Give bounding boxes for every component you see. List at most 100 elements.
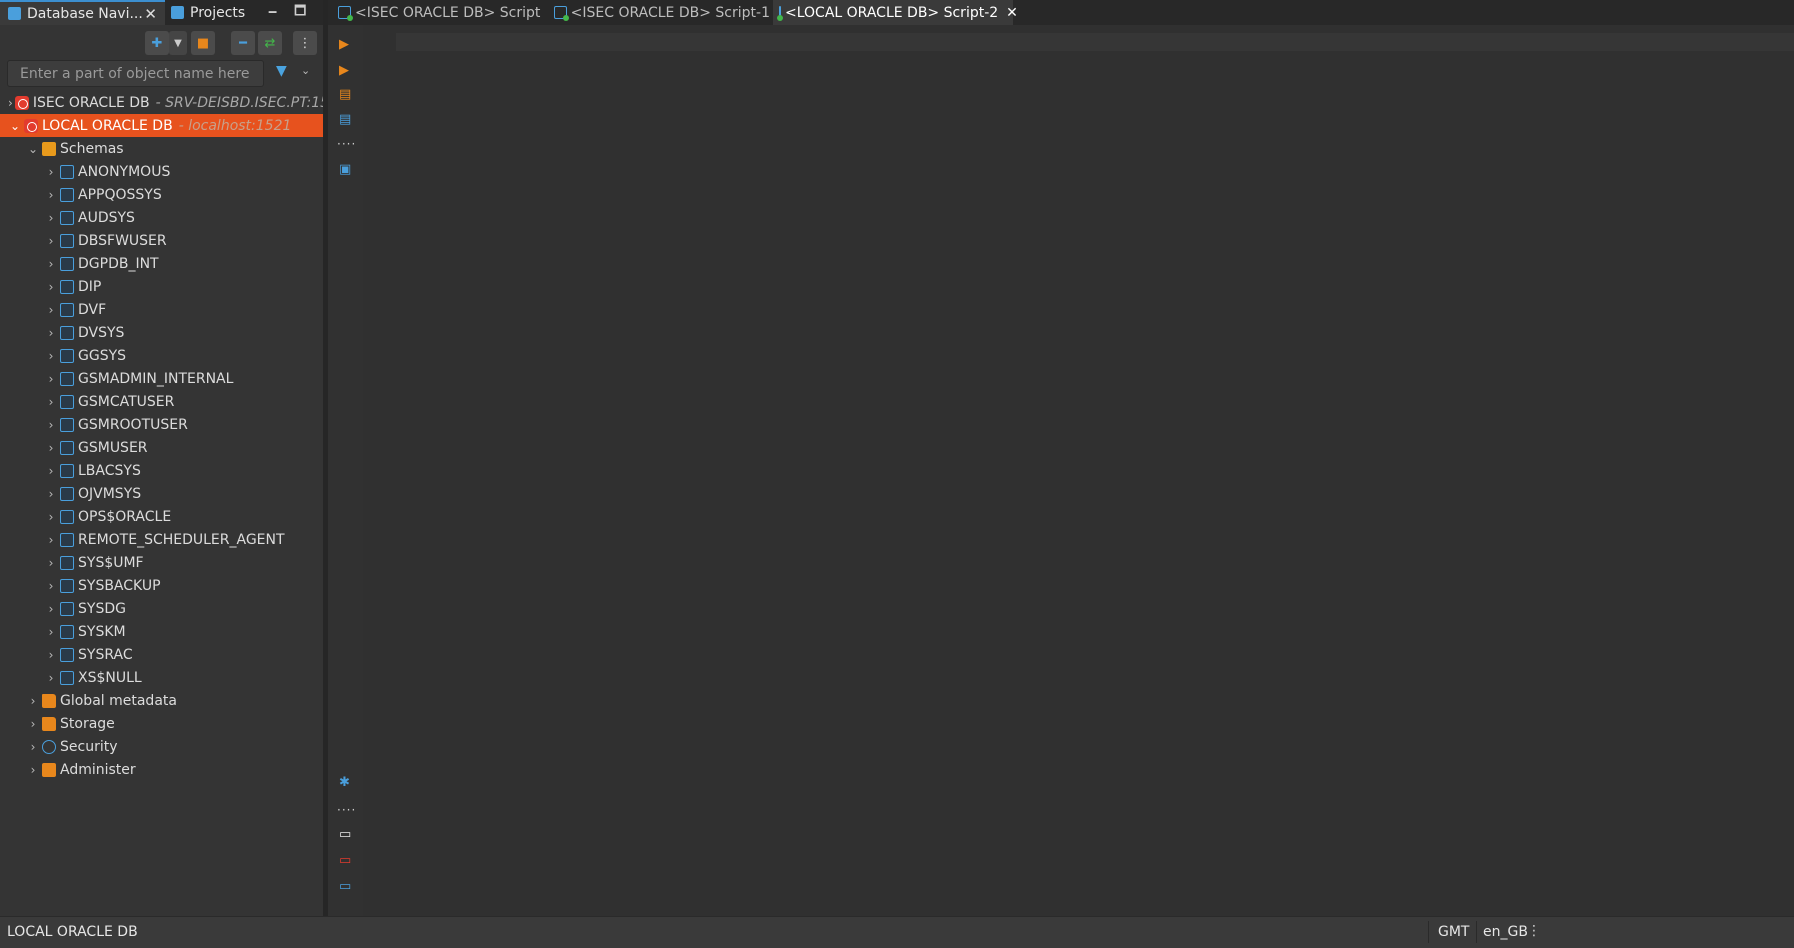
terminal-icon[interactable]: ▣ bbox=[339, 162, 351, 177]
tree-item-label: REMOTE_SCHEDULER_AGENT bbox=[78, 531, 285, 548]
chevron-right-icon[interactable]: › bbox=[44, 648, 58, 662]
tree-schema-item[interactable]: › SYSBACKUP bbox=[0, 574, 323, 597]
import-icon[interactable]: ▭ bbox=[339, 853, 351, 868]
chevron-right-icon[interactable]: › bbox=[44, 395, 58, 409]
tree-schema-item[interactable]: › GSMCATUSER bbox=[0, 390, 323, 413]
chevron-right-icon[interactable]: › bbox=[8, 96, 13, 110]
tree-schema-item[interactable]: › OJVMSYS bbox=[0, 482, 323, 505]
link-with-editor-button[interactable]: ⇄ bbox=[258, 31, 282, 55]
chevron-down-icon[interactable]: ⌄ bbox=[8, 119, 22, 133]
collapse-all-button[interactable]: ━ bbox=[231, 31, 255, 55]
chevron-right-icon[interactable]: › bbox=[44, 188, 58, 202]
editor-tab-script-1[interactable]: <ISEC ORACLE DB> Script-1 bbox=[550, 0, 770, 25]
chevron-right-icon[interactable]: › bbox=[44, 510, 58, 524]
tree-schema-item[interactable]: › DBSFWUSER bbox=[0, 229, 323, 252]
chevron-right-icon[interactable]: › bbox=[44, 441, 58, 455]
chevron-right-icon[interactable]: › bbox=[44, 303, 58, 317]
collapse-icon: ━ bbox=[239, 35, 247, 51]
format-icon[interactable]: ▭ bbox=[339, 879, 351, 894]
database-navigator-panel: Database Navi... ✕ Projects 🗕 🗖 ✚ ▼ ■ ━ … bbox=[0, 0, 325, 916]
chevron-down-icon[interactable]: ⌄ bbox=[26, 142, 40, 156]
new-connection-button[interactable]: ✚ bbox=[145, 31, 169, 55]
chevron-right-icon[interactable]: › bbox=[44, 349, 58, 363]
tree-schema-item[interactable]: › DVF bbox=[0, 298, 323, 321]
chevron-right-icon[interactable]: › bbox=[44, 556, 58, 570]
tab-projects[interactable]: Projects bbox=[167, 0, 257, 25]
run-script-icon[interactable]: ▶ bbox=[339, 63, 349, 78]
explain-plan-icon[interactable]: ▤ bbox=[339, 87, 351, 102]
more-vertical-icon[interactable]: ⋮ bbox=[1527, 923, 1541, 939]
tree-item-label: GSMROOTUSER bbox=[78, 416, 188, 433]
chevron-right-icon[interactable]: › bbox=[44, 418, 58, 432]
new-folder-button[interactable]: ■ bbox=[191, 31, 215, 55]
chevron-right-icon[interactable]: › bbox=[44, 625, 58, 639]
tree-schema-item[interactable]: › REMOTE_SCHEDULER_AGENT bbox=[0, 528, 323, 551]
play-icon[interactable]: ▶ bbox=[339, 37, 349, 52]
tab-database-navigator[interactable]: Database Navi... ✕ bbox=[0, 0, 165, 25]
chevron-right-icon[interactable]: › bbox=[44, 579, 58, 593]
tree-global-metadata[interactable]: › Global metadata bbox=[0, 689, 323, 712]
tree-administer[interactable]: › Administer bbox=[0, 758, 323, 781]
maximize-icon[interactable]: 🗖 bbox=[294, 2, 306, 24]
chevron-right-icon[interactable]: › bbox=[44, 257, 58, 271]
tree-item-label: GSMADMIN_INTERNAL bbox=[78, 370, 234, 387]
editor-tab-script-2[interactable]: <LOCAL ORACLE DB> Script-2 ✕ bbox=[773, 0, 1018, 25]
chevron-right-icon[interactable]: › bbox=[26, 717, 40, 731]
chevron-right-icon[interactable]: › bbox=[44, 372, 58, 386]
tree-schema-item[interactable]: › DIP bbox=[0, 275, 323, 298]
chevron-right-icon[interactable]: › bbox=[44, 487, 58, 501]
chevron-right-icon[interactable]: › bbox=[44, 464, 58, 478]
chevron-right-icon[interactable]: › bbox=[44, 165, 58, 179]
chevron-right-icon[interactable]: › bbox=[44, 234, 58, 248]
tree-schema-item[interactable]: › SYSKM bbox=[0, 620, 323, 643]
tree-schema-item[interactable]: › XS$NULL bbox=[0, 666, 323, 689]
minimize-icon[interactable]: 🗕 bbox=[268, 2, 277, 24]
filter-dropdown-chevron-icon[interactable]: ⌄ bbox=[301, 64, 310, 77]
tree-connection-isec[interactable]: › ISEC ORACLE DB - SRV-DEISBD.ISEC.PT:15… bbox=[0, 91, 323, 114]
tree-schema-item[interactable]: › DVSYS bbox=[0, 321, 323, 344]
tree-schema-item[interactable]: › OPS$ORACLE bbox=[0, 505, 323, 528]
sql-editor[interactable] bbox=[363, 25, 1794, 916]
tree-storage[interactable]: › Storage bbox=[0, 712, 323, 735]
chevron-right-icon[interactable]: › bbox=[26, 740, 40, 754]
object-search-input[interactable] bbox=[7, 60, 264, 87]
chevron-right-icon[interactable]: › bbox=[44, 326, 58, 340]
tree-schema-item[interactable]: › LBACSYS bbox=[0, 459, 323, 482]
tree-connection-local[interactable]: ⌄ LOCAL ORACLE DB - localhost:1521 bbox=[0, 114, 323, 137]
tree-schema-item[interactable]: › APPQOSSYS bbox=[0, 183, 323, 206]
chevron-right-icon[interactable]: › bbox=[44, 602, 58, 616]
tree-security[interactable]: › Security bbox=[0, 735, 323, 758]
editor-tab-label: <ISEC ORACLE DB> Script-1 bbox=[570, 4, 770, 21]
tree-schema-item[interactable]: › DGPDB_INT bbox=[0, 252, 323, 275]
tree-schema-item[interactable]: › ANONYMOUS bbox=[0, 160, 323, 183]
gear-icon[interactable]: ✱ bbox=[339, 775, 350, 790]
locale-indicator[interactable]: en_GB bbox=[1483, 924, 1528, 940]
filter-icon[interactable]: ▼ bbox=[276, 63, 287, 79]
chevron-right-icon[interactable]: › bbox=[44, 671, 58, 685]
new-connection-dropdown[interactable]: ▼ bbox=[169, 31, 187, 55]
tree-schema-item[interactable]: › GSMADMIN_INTERNAL bbox=[0, 367, 323, 390]
tree-schema-item[interactable]: › SYSDG bbox=[0, 597, 323, 620]
editor-tab-script[interactable]: <ISEC ORACLE DB> Script bbox=[334, 0, 542, 25]
tree-schema-item[interactable]: › GSMUSER bbox=[0, 436, 323, 459]
navigator-toolbar: ✚ ▼ ■ ━ ⇄ ⋮ bbox=[0, 26, 325, 58]
tree-schema-item[interactable]: › SYSRAC bbox=[0, 643, 323, 666]
tree-schema-item[interactable]: › GGSYS bbox=[0, 344, 323, 367]
timezone-indicator[interactable]: GMT bbox=[1438, 924, 1469, 940]
tree-schemas-folder[interactable]: ⌄ Schemas bbox=[0, 137, 323, 160]
tree-schema-item[interactable]: › SYS$UMF bbox=[0, 551, 323, 574]
shield-icon bbox=[42, 739, 56, 754]
chevron-right-icon[interactable]: › bbox=[44, 211, 58, 225]
chevron-right-icon[interactable]: › bbox=[26, 694, 40, 708]
view-menu-button[interactable]: ⋮ bbox=[293, 31, 317, 55]
load-plan-icon[interactable]: ▤ bbox=[339, 112, 351, 127]
close-icon[interactable]: ✕ bbox=[1006, 5, 1018, 21]
chevron-right-icon[interactable]: › bbox=[44, 280, 58, 294]
chevron-right-icon[interactable]: › bbox=[44, 533, 58, 547]
tree-schema-item[interactable]: › AUDSYS bbox=[0, 206, 323, 229]
tree-schema-item[interactable]: › GSMROOTUSER bbox=[0, 413, 323, 436]
export-icon[interactable]: ▭ bbox=[339, 827, 351, 842]
status-divider bbox=[1476, 921, 1477, 943]
chevron-right-icon[interactable]: › bbox=[26, 763, 40, 777]
close-icon[interactable]: ✕ bbox=[144, 5, 157, 23]
